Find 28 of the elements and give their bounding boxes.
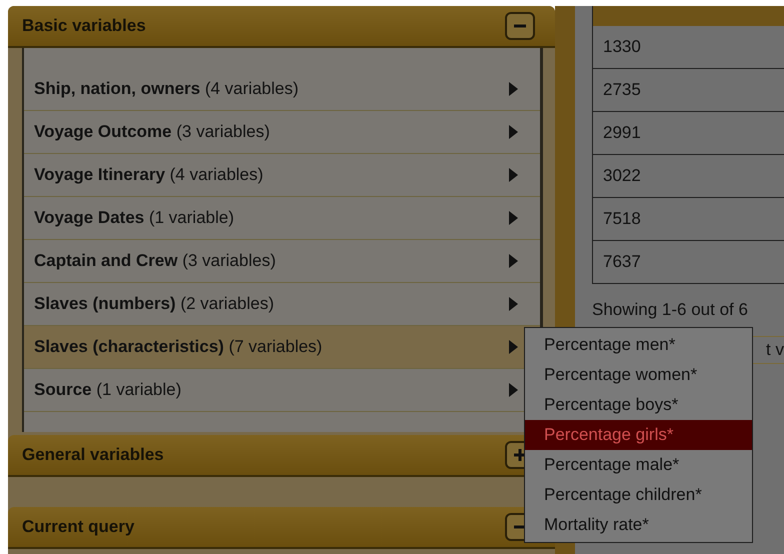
category-item[interactable]: Ship, nation, owners (4 variables) [24, 68, 540, 111]
table-cell: 2991 [593, 112, 784, 155]
section-title: Current query [22, 517, 134, 537]
table-cell: 7637 [593, 241, 784, 284]
results-count: Showing 1-6 out of 6 [592, 299, 749, 321]
section-title: General variables [22, 445, 164, 465]
category-label: Captain and Crew (3 variables) [34, 251, 276, 271]
category-item[interactable]: Captain and Crew (3 variables) [24, 240, 540, 283]
category-label: Voyage Outcome (3 variables) [34, 122, 270, 142]
category-label: Source (1 variable) [34, 380, 182, 400]
category-label: Slaves (characteristics) (7 variables) [34, 337, 322, 357]
category-item[interactable]: Slaves (characteristics) (7 variables) [24, 326, 540, 369]
category-item[interactable]: Voyage Dates (1 variable) [24, 197, 540, 240]
category-item[interactable]: Voyage Outcome (3 variables) [24, 111, 540, 154]
section-title: Basic variables [22, 16, 146, 36]
menu-item[interactable]: Percentage children* [525, 480, 752, 510]
menu-item[interactable]: Mortality rate* [525, 510, 752, 540]
category-label: Voyage Dates (1 variable) [34, 208, 234, 228]
category-label: Ship, nation, owners (4 variables) [34, 79, 299, 99]
table-cell: 2735 [593, 69, 784, 112]
table-cell: 7518 [593, 198, 784, 241]
table-cell: 1330 [593, 26, 784, 69]
menu-item[interactable]: Percentage male* [525, 450, 752, 480]
menu-item[interactable]: Percentage girls* [525, 420, 752, 450]
category-label: Slaves (numbers) (2 variables) [34, 294, 274, 314]
category-item[interactable]: Voyage Itinerary (4 variables) [24, 154, 540, 197]
category-label: Voyage Itinerary (4 variables) [34, 165, 264, 185]
table-cell: 3022 [593, 155, 784, 198]
